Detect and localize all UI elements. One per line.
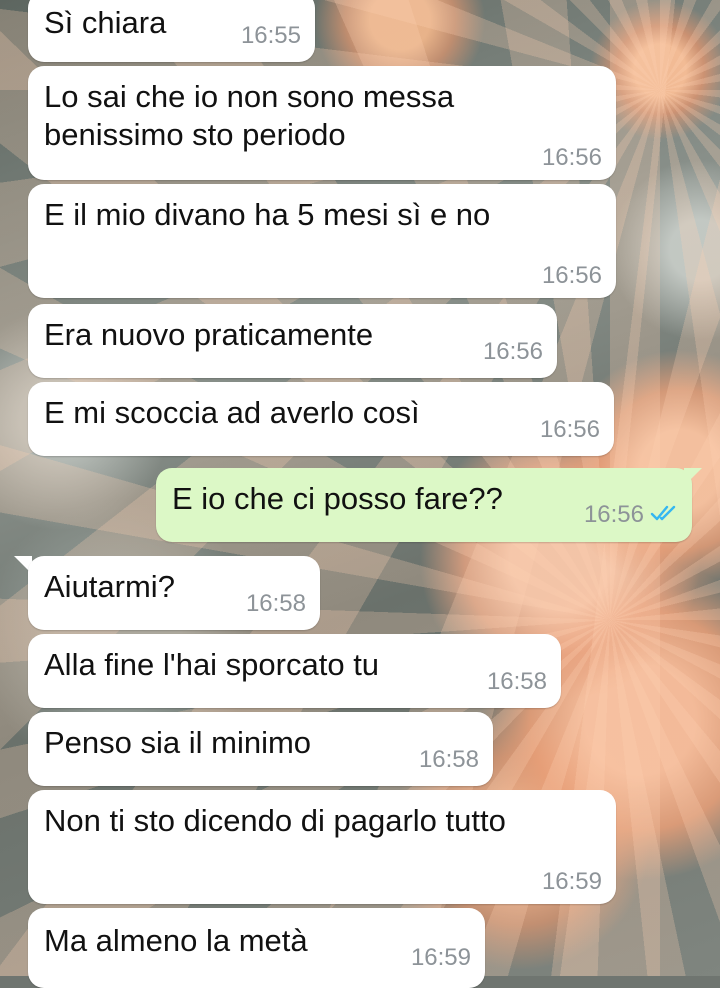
message-time: 16:59 [410,944,471,971]
message-time: 16:58 [486,668,547,695]
message-text: Alla fine l'hai sporcato tu [44,647,380,682]
message-text: Ma almeno la metà [44,923,308,958]
message-incoming[interactable]: E mi scoccia ad averlo così 16:56 [28,382,614,456]
message-time: 16:55 [240,22,301,49]
message-incoming[interactable]: Sì chiara 16:55 [28,0,315,62]
message-incoming[interactable]: Era nuovo praticamente 16:56 [28,304,557,378]
message-outgoing[interactable]: E io che ci posso fare?? 16:56 [156,468,692,542]
message-incoming[interactable]: Aiutarmi? 16:58 [28,556,320,630]
message-time: 16:58 [418,746,479,773]
message-text: Non ti sto dicendo di pagarlo tutto [44,803,506,838]
message-time: 16:56 [482,338,543,365]
double-check-icon [650,503,680,528]
message-incoming[interactable]: Lo sai che io non sono messa benissimo s… [28,66,616,180]
message-incoming[interactable]: Non ti sto dicendo di pagarlo tutto 16:5… [28,790,616,904]
message-time: 16:56 [539,416,600,443]
message-text: Penso sia il minimo [44,725,312,760]
message-incoming[interactable]: Ma almeno la metà 16:59 [28,908,485,988]
message-time-text: 16:56 [583,500,644,528]
message-time: 16:58 [245,590,306,617]
message-incoming[interactable]: Penso sia il minimo 16:58 [28,712,493,786]
message-incoming[interactable]: E il mio divano ha 5 mesi sì e no 16:56 [28,184,616,298]
message-text: E il mio divano ha 5 mesi sì e no [44,197,491,232]
message-text: Era nuovo praticamente [44,317,374,352]
message-time: 16:56 [583,500,680,528]
message-time: 16:59 [541,868,602,895]
message-time: 16:56 [541,262,602,289]
message-text-line-2: benissimo sto periodo [44,117,346,152]
message-time: 16:56 [541,144,602,171]
message-text: E mi scoccia ad averlo così [44,395,420,430]
message-text-line-1: Lo sai che io non sono messa [44,79,455,114]
message-incoming[interactable]: Alla fine l'hai sporcato tu 16:58 [28,634,561,708]
